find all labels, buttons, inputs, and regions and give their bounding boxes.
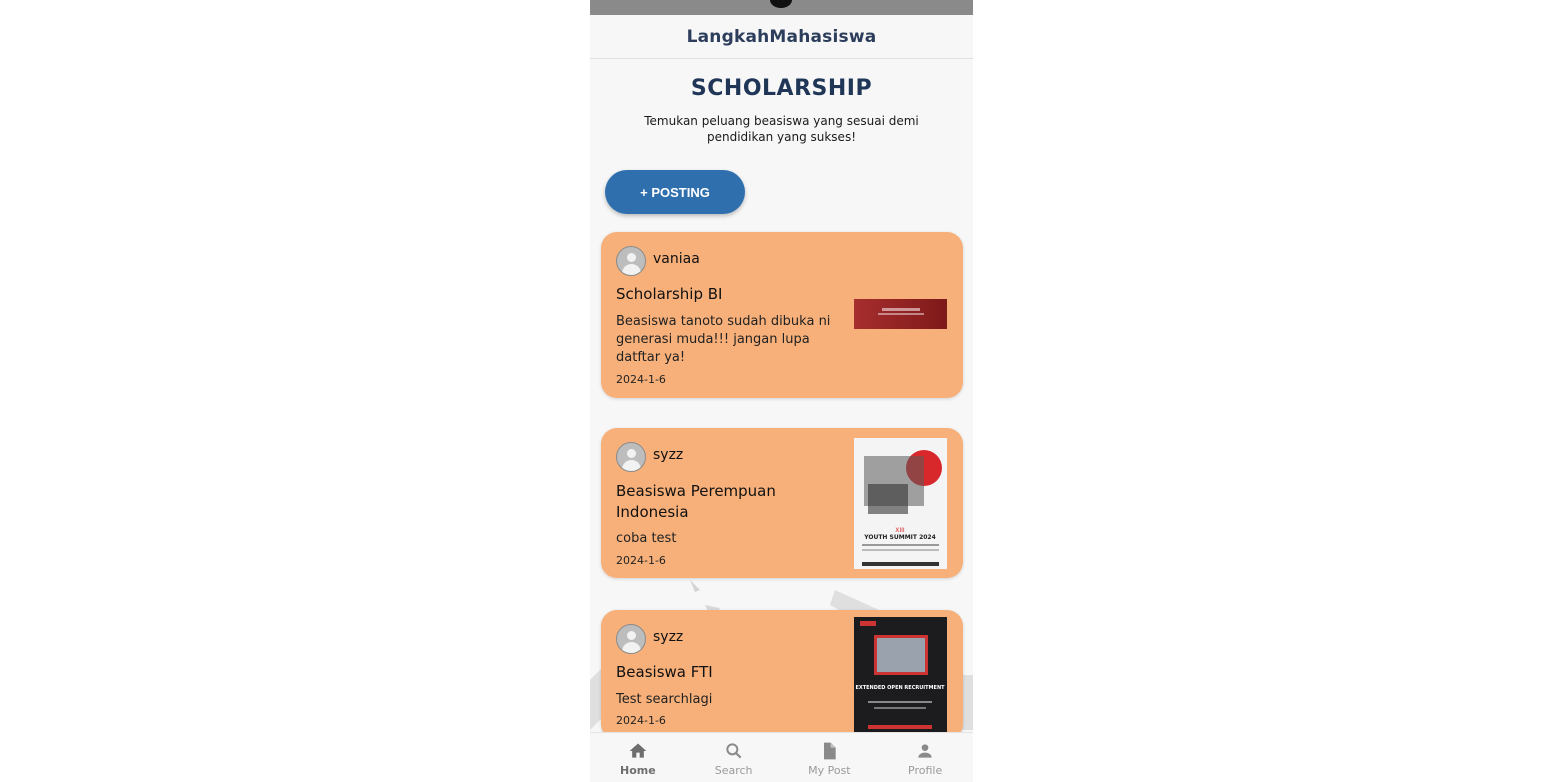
nav-label: Profile bbox=[908, 764, 943, 777]
nav-label: My Post bbox=[808, 764, 851, 777]
nav-item-my-post[interactable]: My Post bbox=[782, 733, 878, 782]
post-description: Beasiswa tanoto sudah dibuka ni generasi… bbox=[616, 314, 831, 365]
camera-cutout bbox=[770, 0, 792, 8]
post-thumbnail[interactable]: EXTENDED OPEN RECRUITMENT bbox=[854, 617, 947, 733]
post-card[interactable]: syzz Beasiswa FTI Test searchlagi 2024-1… bbox=[601, 610, 963, 740]
home-icon bbox=[629, 743, 647, 758]
add-post-button[interactable]: + POSTING bbox=[605, 170, 745, 214]
avatar bbox=[616, 246, 646, 276]
post-username: vaniaa bbox=[653, 251, 700, 267]
post-thumbnail[interactable]: XIII YOUTH SUMMIT 2024 bbox=[854, 438, 947, 569]
nav-item-search[interactable]: Search bbox=[686, 733, 782, 782]
nav-item-home[interactable]: Home bbox=[590, 733, 686, 782]
phone-screen: LangkahMahasiswa SCHOLARSHIP Temukan pel… bbox=[590, 0, 973, 782]
page-subtitle: Temukan peluang beasiswa yang sesuai dem… bbox=[644, 114, 919, 144]
document-icon bbox=[824, 742, 837, 760]
avatar bbox=[616, 624, 646, 654]
post-username: syzz bbox=[653, 629, 684, 645]
nav-label: Home bbox=[620, 764, 656, 777]
post-date: 2024-1-6 bbox=[616, 373, 666, 386]
nav-item-profile[interactable]: Profile bbox=[877, 733, 973, 782]
svg-text:XIII: XIII bbox=[895, 527, 905, 534]
post-title: Scholarship BI bbox=[616, 285, 723, 303]
post-description: Test searchlagi bbox=[616, 692, 713, 707]
avatar bbox=[616, 442, 646, 472]
post-title: Beasiswa FTI bbox=[616, 663, 713, 681]
person-icon bbox=[918, 744, 932, 758]
app-bar: LangkahMahasiswa bbox=[590, 15, 973, 59]
post-card[interactable]: vaniaa Scholarship BI Beasiswa tanoto su… bbox=[601, 232, 963, 398]
nav-label: Search bbox=[714, 764, 753, 777]
poster-text: YOUTH SUMMIT 2024 bbox=[863, 534, 936, 541]
app-title: LangkahMahasiswa bbox=[686, 26, 877, 47]
status-bar bbox=[590, 0, 973, 15]
post-card[interactable]: syzz Beasiswa Perempuan Indonesia coba t… bbox=[601, 428, 963, 578]
post-title: Beasiswa Perempuan Indonesia bbox=[616, 482, 776, 521]
post-thumbnail[interactable] bbox=[854, 299, 947, 329]
post-username: syzz bbox=[653, 447, 684, 463]
post-description: coba test bbox=[616, 531, 677, 546]
post-date: 2024-1-6 bbox=[616, 714, 666, 727]
bottom-navigation: Home Search My Post Profile bbox=[590, 732, 973, 782]
search-icon bbox=[725, 743, 742, 759]
page-title: SCHOLARSHIP bbox=[690, 76, 873, 101]
post-date: 2024-1-6 bbox=[616, 554, 666, 567]
poster-text: EXTENDED OPEN RECRUITMENT bbox=[855, 685, 945, 691]
